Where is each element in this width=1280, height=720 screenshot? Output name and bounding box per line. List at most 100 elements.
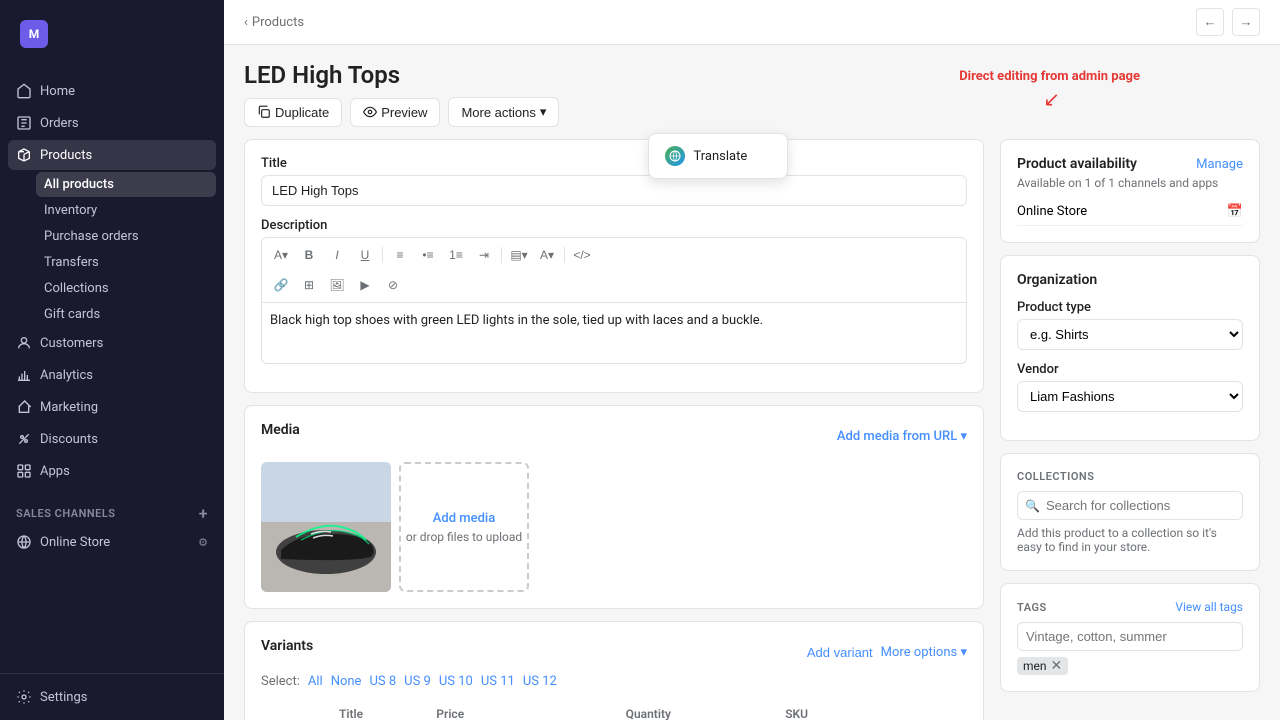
subnav-gift-cards[interactable]: Gift cards bbox=[36, 302, 216, 327]
sidebar-item-products[interactable]: Products bbox=[8, 140, 216, 170]
rte-align-btn[interactable]: ▤▾ bbox=[506, 242, 532, 268]
calendar-icon[interactable]: 📅 bbox=[1227, 204, 1243, 219]
rte-color-btn[interactable]: A▾ bbox=[534, 242, 560, 268]
rte-video-btn[interactable]: ▶ bbox=[352, 272, 378, 298]
rte-sep1 bbox=[382, 247, 383, 263]
select-us10[interactable]: US 10 bbox=[439, 674, 473, 689]
page-title: LED High Tops bbox=[244, 61, 400, 89]
more-options-btn[interactable]: More options ▾ bbox=[881, 645, 967, 660]
rte-underline-btn[interactable]: U bbox=[352, 242, 378, 268]
rte-link-btn[interactable]: 🔗 bbox=[268, 272, 294, 298]
sidebar: M Home Orders Products All products Inve… bbox=[0, 0, 224, 720]
select-none[interactable]: None bbox=[331, 674, 362, 689]
collections-title: COLLECTIONS bbox=[1017, 470, 1243, 483]
rte-font-btn[interactable]: A▾ bbox=[268, 242, 294, 268]
subnav-inventory[interactable]: Inventory bbox=[36, 198, 216, 223]
sidebar-item-discounts[interactable]: Discounts bbox=[8, 424, 216, 454]
col-price: Price bbox=[428, 701, 617, 720]
rte-code-btn[interactable]: </> bbox=[569, 242, 595, 268]
select-us8[interactable]: US 8 bbox=[369, 674, 396, 689]
channel-name: Online Store bbox=[1017, 204, 1087, 219]
manage-link[interactable]: Manage bbox=[1196, 157, 1243, 172]
subnav-transfers[interactable]: Transfers bbox=[36, 250, 216, 275]
col-title: Title bbox=[331, 701, 428, 720]
tags-header: TAGS View all tags bbox=[1017, 600, 1243, 614]
tags-input[interactable] bbox=[1017, 622, 1243, 651]
rte-bold-btn[interactable]: B bbox=[296, 242, 322, 268]
rte-toolbar-row2: 🔗 ⊞ 🖼 ▶ ⊘ bbox=[268, 272, 960, 298]
select-all[interactable]: All bbox=[308, 674, 323, 689]
sidebar-item-analytics[interactable]: Analytics bbox=[8, 360, 216, 390]
add-media-url-btn[interactable]: Add media from URL ▾ bbox=[837, 429, 967, 444]
product-type-select[interactable]: e.g. Shirts bbox=[1017, 319, 1243, 350]
breadcrumb-chevron: ‹ bbox=[244, 15, 248, 30]
rte-italic-btn[interactable]: I bbox=[324, 242, 350, 268]
settings-label: Settings bbox=[40, 690, 87, 705]
sidebar-item-orders[interactable]: Orders bbox=[8, 108, 216, 138]
rte-clear-btn[interactable]: ⊘ bbox=[380, 272, 406, 298]
view-all-tags-link[interactable]: View all tags bbox=[1175, 600, 1243, 614]
sidebar-item-apps[interactable]: Apps bbox=[8, 456, 216, 486]
collections-search-input[interactable] bbox=[1017, 491, 1243, 520]
collections-search-wrap: 🔍 bbox=[1017, 491, 1243, 520]
media-title: Media bbox=[261, 422, 300, 438]
sidebar-item-products-label: Products bbox=[40, 148, 92, 163]
subnav-collections[interactable]: Collections bbox=[36, 276, 216, 301]
product-details-card: Title Description A▾ B I U ≡ •≡ bbox=[244, 139, 984, 393]
annotation-text: Direct editing from admin page bbox=[959, 69, 1140, 84]
sidebar-item-home[interactable]: Home bbox=[8, 76, 216, 106]
sidebar-item-orders-label: Orders bbox=[40, 116, 79, 131]
more-actions-dropdown: Translate bbox=[648, 133, 788, 179]
sidebar-item-customers-label: Customers bbox=[40, 336, 103, 351]
sidebar-item-analytics-label: Analytics bbox=[40, 368, 93, 383]
subnav-purchase-orders[interactable]: Purchase orders bbox=[36, 224, 216, 249]
vendor-select[interactable]: Liam Fashions bbox=[1017, 381, 1243, 412]
shoe-image-svg bbox=[261, 462, 391, 592]
media-upload-area[interactable]: Add media or drop files to upload bbox=[399, 462, 529, 592]
discounts-icon bbox=[16, 431, 32, 447]
rte-sep2 bbox=[501, 247, 502, 263]
more-actions-button[interactable]: More actions ▾ bbox=[448, 97, 559, 127]
add-variant-button[interactable]: Add variant bbox=[807, 645, 873, 660]
rte-content-area[interactable]: Black high top shoes with green LED ligh… bbox=[262, 303, 966, 363]
select-us9[interactable]: US 9 bbox=[404, 674, 431, 689]
rte-image-btn[interactable]: 🖼 bbox=[324, 272, 350, 298]
home-icon bbox=[16, 83, 32, 99]
rte-ol-btn[interactable]: 1≡ bbox=[443, 242, 469, 268]
content-left: Title Description A▾ B I U ≡ •≡ bbox=[244, 139, 984, 720]
action-bar-wrapper: Direct editing from admin page ↙ Duplica… bbox=[224, 97, 1280, 139]
select-us11[interactable]: US 11 bbox=[481, 674, 515, 689]
select-row: Select: All None US 8 US 9 US 10 US 11 U… bbox=[261, 674, 967, 689]
product-image[interactable] bbox=[261, 462, 391, 592]
title-input[interactable] bbox=[261, 175, 967, 206]
sidebar-item-customers[interactable]: Customers bbox=[8, 328, 216, 358]
duplicate-button[interactable]: Duplicate bbox=[244, 98, 342, 127]
col-check bbox=[261, 701, 291, 720]
collections-card: COLLECTIONS 🔍 Add this product to a coll… bbox=[1000, 453, 1260, 571]
sidebar-item-marketing[interactable]: Marketing bbox=[8, 392, 216, 422]
prev-button[interactable]: ← bbox=[1196, 8, 1224, 36]
sidebar-item-online-store[interactable]: Online Store ⚙ bbox=[8, 527, 216, 557]
breadcrumb-parent[interactable]: Products bbox=[252, 15, 304, 30]
select-us12[interactable]: US 12 bbox=[523, 674, 557, 689]
col-img bbox=[291, 701, 331, 720]
next-button[interactable]: → bbox=[1232, 8, 1260, 36]
rte-ul-btn[interactable]: •≡ bbox=[415, 242, 441, 268]
rte-list-btn[interactable]: ≡ bbox=[387, 242, 413, 268]
add-channel-icon[interactable]: + bbox=[199, 504, 208, 523]
sidebar-item-apps-label: Apps bbox=[40, 464, 70, 479]
rte-table-btn[interactable]: ⊞ bbox=[296, 272, 322, 298]
subnav-all-products[interactable]: All products bbox=[36, 172, 216, 197]
marketing-icon bbox=[16, 399, 32, 415]
online-store-settings-icon[interactable]: ⚙ bbox=[198, 536, 208, 549]
more-actions-wrapper: More actions ▾ Translate bbox=[448, 97, 559, 127]
sidebar-item-discounts-label: Discounts bbox=[40, 432, 98, 447]
translate-option[interactable]: Translate bbox=[653, 138, 783, 174]
store-header[interactable]: M bbox=[12, 12, 212, 56]
availability-card: Product availability Manage Available on… bbox=[1000, 139, 1260, 243]
preview-button[interactable]: Preview bbox=[350, 98, 440, 127]
rte-indent-btn[interactable]: ⇥ bbox=[471, 242, 497, 268]
sales-channels-section: SALES CHANNELS + bbox=[8, 488, 216, 527]
tag-men-remove[interactable]: ✕ bbox=[1051, 659, 1063, 673]
sidebar-item-settings[interactable]: Settings bbox=[8, 682, 216, 712]
